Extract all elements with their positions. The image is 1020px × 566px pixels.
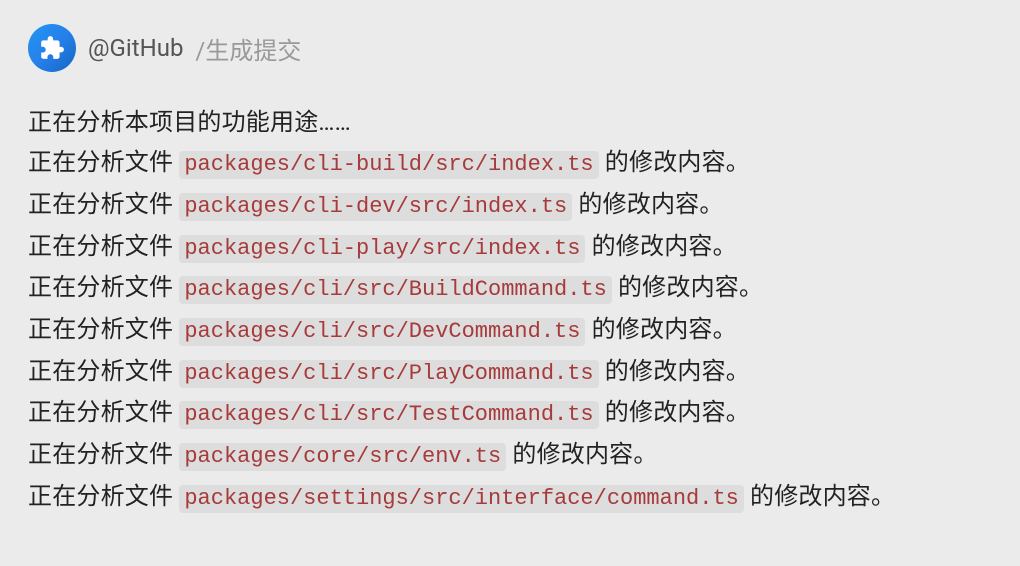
file-path-token: packages/cli-build/src/index.ts	[179, 151, 598, 179]
file-path-token: packages/cli-play/src/index.ts	[179, 235, 585, 263]
file-analysis-line: 正在分析文件 packages/cli/src/PlayCommand.ts 的…	[28, 351, 992, 393]
file-analysis-line: 正在分析文件 packages/cli/src/BuildCommand.ts …	[28, 267, 992, 309]
file-analysis-line: 正在分析文件 packages/core/src/env.ts 的修改内容。	[28, 434, 992, 476]
message-header: @GitHub /生成提交	[28, 24, 992, 72]
file-analysis-line: 正在分析文件 packages/cli-play/src/index.ts 的修…	[28, 226, 992, 268]
line-prefix: 正在分析文件	[28, 482, 179, 510]
line-prefix: 正在分析文件	[28, 398, 179, 426]
puzzle-piece-icon	[39, 35, 65, 61]
line-prefix: 正在分析文件	[28, 440, 179, 468]
line-suffix: 的修改内容。	[612, 273, 763, 301]
slash-command: /生成提交	[195, 31, 301, 66]
line-suffix: 的修改内容。	[585, 232, 736, 260]
line-suffix: 的修改内容。	[744, 482, 895, 510]
file-path-token: packages/cli/src/PlayCommand.ts	[179, 360, 598, 388]
line-suffix: 的修改内容。	[599, 148, 750, 176]
line-suffix: 的修改内容。	[572, 190, 723, 218]
line-prefix: 正在分析文件	[28, 273, 179, 301]
file-path-token: packages/core/src/env.ts	[179, 443, 506, 471]
file-analysis-line: 正在分析文件 packages/cli/src/TestCommand.ts 的…	[28, 392, 992, 434]
line-prefix: 正在分析文件	[28, 148, 179, 176]
line-prefix: 正在分析文件	[28, 315, 179, 343]
file-analysis-line: 正在分析文件 packages/cli-build/src/index.ts 的…	[28, 142, 992, 184]
file-path-token: packages/cli-dev/src/index.ts	[179, 193, 572, 221]
file-path-token: packages/cli/src/TestCommand.ts	[179, 401, 598, 429]
line-suffix: 的修改内容。	[585, 315, 736, 343]
file-analysis-line: 正在分析文件 packages/settings/src/interface/c…	[28, 476, 992, 518]
file-path-token: packages/cli/src/BuildCommand.ts	[179, 276, 611, 304]
line-suffix: 的修改内容。	[506, 440, 657, 468]
line-suffix: 的修改内容。	[599, 357, 750, 385]
line-prefix: 正在分析文件	[28, 357, 179, 385]
file-path-token: packages/settings/src/interface/command.…	[179, 485, 744, 513]
github-avatar	[28, 24, 76, 72]
intro-line: 正在分析本项目的功能用途……	[28, 102, 992, 142]
file-analysis-line: 正在分析文件 packages/cli-dev/src/index.ts 的修改…	[28, 184, 992, 226]
message-content: 正在分析本项目的功能用途…… 正在分析文件 packages/cli-build…	[28, 102, 992, 518]
file-analysis-line: 正在分析文件 packages/cli/src/DevCommand.ts 的修…	[28, 309, 992, 351]
line-prefix: 正在分析文件	[28, 190, 179, 218]
line-prefix: 正在分析文件	[28, 232, 179, 260]
file-path-token: packages/cli/src/DevCommand.ts	[179, 318, 585, 346]
line-suffix: 的修改内容。	[599, 398, 750, 426]
author-handle[interactable]: @GitHub	[88, 34, 183, 62]
